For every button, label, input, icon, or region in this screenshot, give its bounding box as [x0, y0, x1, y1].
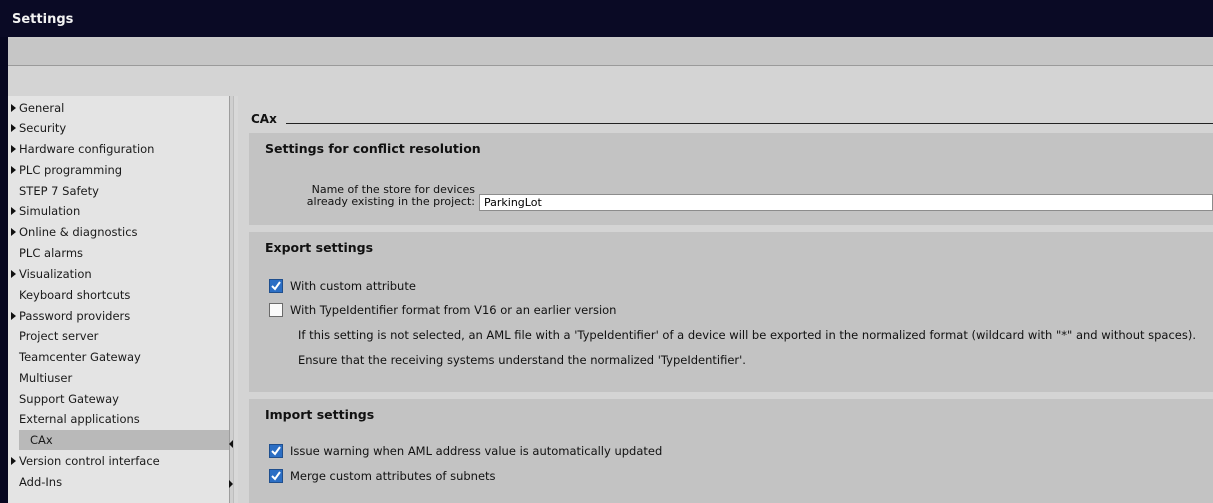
settings-content: CAx Settings for conflict resolution Nam… [240, 96, 1213, 503]
nav-item-simulation[interactable]: Simulation [8, 201, 229, 221]
export-info-text-2: Ensure that the receiving systems unders… [298, 353, 746, 367]
nav-item-label: Project server [19, 329, 99, 343]
expand-arrow-icon[interactable] [11, 207, 16, 215]
nav-item-teamcenter-gateway[interactable]: Teamcenter Gateway [8, 347, 229, 367]
issue-warning-checkbox[interactable] [269, 444, 283, 458]
settings-panel: General Security Hardware configuration … [8, 66, 1213, 503]
nav-item-label: Password providers [19, 309, 131, 323]
nav-item-general[interactable]: General [8, 98, 229, 118]
nav-item-cax[interactable]: CAx [19, 430, 229, 450]
nav-item-password-providers[interactable]: Password providers [8, 306, 229, 326]
checkmark-icon [271, 281, 281, 291]
expand-arrow-icon[interactable] [11, 124, 16, 132]
nav-item-label: Hardware configuration [19, 142, 155, 156]
section-title: CAx [251, 112, 277, 126]
nav-item-visualization[interactable]: Visualization [8, 264, 229, 284]
export-info-text: If this setting is not selected, an AML … [298, 328, 1197, 342]
nav-item-label: Support Gateway [19, 392, 119, 406]
expand-arrow-icon[interactable] [11, 312, 16, 320]
nav-item-label: CAx [30, 433, 53, 447]
nav-item-security[interactable]: Security [8, 118, 229, 138]
nav-item-label: Add-Ins [19, 475, 63, 489]
store-label-line2: already existing in the project: [306, 195, 475, 208]
with-custom-attribute-checkbox[interactable] [269, 279, 283, 293]
merge-subnets-checkbox[interactable] [269, 469, 283, 483]
nav-item-label: General [19, 101, 65, 115]
nav-item-online-diagnostics[interactable]: Online & diagnostics [8, 222, 229, 242]
nav-item-label: Teamcenter Gateway [19, 350, 141, 364]
nav-item-add-ins[interactable]: Add-Ins [8, 472, 229, 492]
expand-arrow-icon[interactable] [11, 457, 16, 465]
expand-arrow-icon[interactable] [11, 104, 16, 112]
nav-item-support-gateway[interactable]: Support Gateway [8, 389, 229, 409]
nav-item-label: External applications [19, 412, 140, 426]
nav-item-plc-programming[interactable]: PLC programming [8, 160, 229, 180]
import-settings-group: Import settings Issue warning when AML a… [249, 399, 1213, 503]
expand-arrow-icon[interactable] [11, 145, 16, 153]
group-header: Import settings [265, 407, 375, 422]
nav-item-external-applications[interactable]: External applications [8, 409, 229, 429]
nav-item-plc-alarms[interactable]: PLC alarms [8, 243, 229, 263]
checkbox-label: With TypeIdentifier format from V16 or a… [290, 303, 617, 317]
typeidentifier-format-checkbox[interactable] [269, 303, 283, 317]
settings-nav-tree: General Security Hardware configuration … [8, 96, 229, 503]
nav-item-label: Visualization [19, 267, 92, 281]
window-title: Settings [0, 0, 1213, 37]
nav-item-label: PLC alarms [19, 246, 84, 260]
nav-item-label: PLC programming [19, 163, 123, 177]
export-settings-group: Export settings With custom attribute Wi… [249, 232, 1213, 392]
nav-item-step7-safety[interactable]: STEP 7 Safety [8, 181, 229, 201]
panel-splitter[interactable] [233, 96, 238, 503]
checkbox-label: Issue warning when AML address value is … [290, 444, 663, 458]
nav-item-label: STEP 7 Safety [19, 184, 99, 198]
nav-item-hardware-configuration[interactable]: Hardware configuration [8, 139, 229, 159]
checkbox-label: With custom attribute [290, 279, 416, 293]
expand-arrow-icon[interactable] [11, 228, 16, 236]
nav-item-label: Online & diagnostics [19, 225, 138, 239]
nav-item-label: Version control interface [19, 454, 160, 468]
group-header: Settings for conflict resolution [265, 141, 481, 156]
nav-item-version-control-interface[interactable]: Version control interface [8, 451, 229, 471]
checkmark-icon [271, 446, 281, 456]
checkbox-label: Merge custom attributes of subnets [290, 469, 496, 483]
store-name-input[interactable] [479, 194, 1213, 211]
nav-item-label: Security [19, 121, 67, 135]
nav-item-label: Multiuser [19, 371, 73, 385]
toolbar [8, 39, 1213, 66]
nav-item-label: Keyboard shortcuts [19, 288, 131, 302]
nav-item-project-server[interactable]: Project server [8, 326, 229, 346]
checkmark-icon [271, 471, 281, 481]
conflict-resolution-group: Settings for conflict resolution Name of… [249, 133, 1213, 225]
group-header: Export settings [265, 240, 374, 255]
nav-item-label: Simulation [19, 204, 81, 218]
expand-arrow-icon[interactable] [11, 166, 16, 174]
nav-item-multiuser[interactable]: Multiuser [8, 368, 229, 388]
nav-item-keyboard-shortcuts[interactable]: Keyboard shortcuts [8, 285, 229, 305]
expand-arrow-icon[interactable] [11, 270, 16, 278]
store-name-label: Name of the store for devices already ex… [279, 184, 475, 208]
section-divider [286, 123, 1213, 124]
